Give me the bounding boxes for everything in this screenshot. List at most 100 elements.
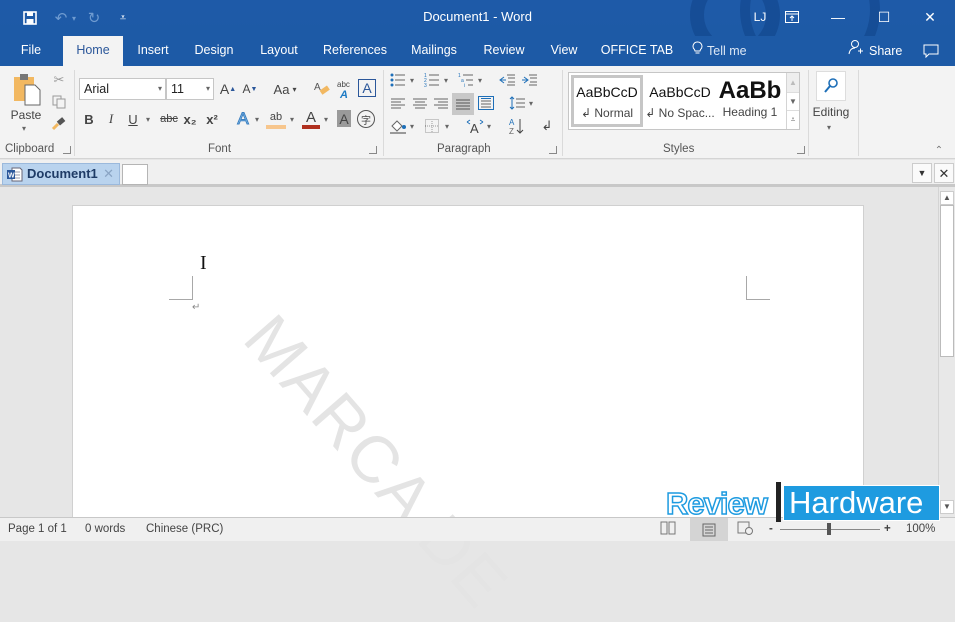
font-color-dropdown-icon[interactable]: ▾ [324,115,328,124]
italic-button[interactable]: I [104,110,118,128]
enclose-characters-icon[interactable]: 字 [357,110,375,128]
font-color-icon[interactable]: A [302,109,320,129]
paste-label[interactable]: Paste [6,108,46,122]
bold-button[interactable]: B [82,110,96,128]
tab-review[interactable]: Review [478,36,530,66]
scroll-down-icon[interactable]: ▼ [940,500,954,514]
style-no-spacing[interactable]: AaBbCcD ↲ No Spac... [644,75,716,127]
borders-dropdown-icon[interactable]: ▾ [445,122,449,131]
tab-list-dropdown-icon[interactable]: ▼ [912,163,932,183]
justify-icon[interactable] [452,93,474,115]
cut-icon[interactable]: ✂ [50,72,68,88]
highlight-color-icon[interactable]: ab [266,109,286,129]
new-tab-button[interactable] [122,164,148,185]
style-normal[interactable]: AaBbCcD ↲ Normal [571,75,643,127]
styles-more-icon[interactable]: ⩡ [787,110,799,128]
font-size-combo[interactable]: 11 ▾ [166,78,214,100]
clipboard-launcher-icon[interactable]: ↘ [63,146,71,154]
format-painter-icon[interactable] [50,116,68,132]
word-count[interactable]: 0 words [85,523,125,535]
line-spacing-icon[interactable] [507,94,527,112]
align-center-icon[interactable] [410,94,430,112]
grow-font-icon[interactable]: A ▲ [220,78,236,100]
copy-icon[interactable] [50,94,68,110]
paste-icon[interactable] [10,72,44,108]
align-right-icon[interactable] [431,94,451,112]
styles-launcher-icon[interactable]: ↘ [797,146,805,154]
styles-scroll-up-icon[interactable]: ▲ [787,73,799,92]
paste-dropdown-icon[interactable]: ▾ [22,124,26,133]
comments-icon[interactable] [918,36,944,66]
vertical-scrollbar[interactable]: ▲ ▼ [938,187,955,517]
phonetic-guide-icon[interactable]: abc A [335,78,355,100]
highlight-dropdown-icon[interactable]: ▾ [290,115,294,124]
underline-dropdown-icon[interactable]: ▾ [146,115,150,124]
scroll-thumb[interactable] [940,205,954,357]
shrink-font-icon[interactable]: A ▼ [242,78,258,100]
doc-tab-document1[interactable]: W Document1 ✕ [2,163,120,185]
numbering-icon[interactable]: 123 [422,72,442,88]
sort-icon[interactable]: AZ [506,116,526,136]
strikethrough-button[interactable]: abc [158,110,180,128]
distributed-icon[interactable] [476,94,496,112]
asian-layout-dropdown-icon[interactable]: ▾ [487,122,491,131]
tab-office-tab[interactable]: OFFICE TAB [600,36,674,66]
ribbon-display-options-icon[interactable] [772,5,812,29]
web-layout-icon[interactable] [737,521,757,538]
language-status[interactable]: Chinese (PRC) [146,523,223,535]
chevron-down-icon[interactable]: ▾ [158,79,162,99]
increase-indent-icon[interactable] [519,72,539,88]
minimize-button[interactable]: — [818,5,858,29]
clear-formatting-icon[interactable]: A [312,78,332,100]
shading-icon[interactable] [388,116,408,136]
asian-layout-icon[interactable]: A [464,116,486,136]
zoom-in-button[interactable]: + [884,523,891,535]
close-button[interactable]: ✕ [910,5,950,29]
bullets-dropdown-icon[interactable]: ▾ [410,76,414,85]
chevron-down-icon[interactable]: ▾ [206,79,210,99]
tab-references[interactable]: References [320,36,390,66]
superscript-button[interactable]: x² [204,110,220,128]
multilevel-list-icon[interactable]: 1ai [456,72,476,88]
tab-design[interactable]: Design [188,36,240,66]
decrease-indent-icon[interactable] [497,72,517,88]
read-mode-icon[interactable] [660,521,680,538]
scroll-up-icon[interactable]: ▲ [940,191,954,205]
tab-insert[interactable]: Insert [130,36,176,66]
borders-icon[interactable] [422,116,442,136]
subscript-button[interactable]: x₂ [182,110,198,128]
paragraph-launcher-icon[interactable]: ↘ [549,146,557,154]
editing-dropdown-icon[interactable]: ▾ [827,123,831,132]
character-shading-icon[interactable]: A [337,110,351,127]
tab-home[interactable]: Home [63,36,123,66]
tab-view[interactable]: View [544,36,584,66]
shading-dropdown-icon[interactable]: ▾ [410,122,414,131]
zoom-out-button[interactable]: - [769,523,773,535]
multilevel-dropdown-icon[interactable]: ▾ [478,76,482,85]
font-name-combo[interactable]: Arial ▾ [79,78,166,100]
show-paragraph-marks-icon[interactable]: ↲ [538,116,556,136]
numbering-dropdown-icon[interactable]: ▾ [444,76,448,85]
close-document-icon[interactable]: ✕ [934,163,954,183]
close-tab-icon[interactable]: ✕ [103,164,114,184]
zoom-level[interactable]: 100% [906,523,935,535]
editing-button[interactable]: Editing [808,104,854,120]
change-case-button[interactable]: Aa ▾ [270,78,300,100]
share-button[interactable]: Share [848,36,906,66]
tell-me-button[interactable]: Tell me [692,36,758,66]
tab-mailings[interactable]: Mailings [405,36,463,66]
collapse-ribbon-icon[interactable]: ⌃ [932,144,946,156]
underline-button[interactable]: U [126,110,140,128]
style-heading-1[interactable]: AaBb Heading 1 [717,75,783,127]
character-border-icon[interactable]: A [358,79,376,97]
text-effects-dropdown-icon[interactable]: ▾ [255,115,259,124]
tab-layout[interactable]: Layout [253,36,305,66]
zoom-slider-thumb[interactable] [827,523,831,535]
line-spacing-dropdown-icon[interactable]: ▾ [529,99,533,108]
align-left-icon[interactable] [388,94,408,112]
page-count[interactable]: Page 1 of 1 [8,523,67,535]
styles-scroll-down-icon[interactable]: ▼ [787,92,799,110]
maximize-button[interactable]: ☐ [864,5,904,29]
text-effects-icon[interactable]: A [234,109,252,129]
font-launcher-icon[interactable]: ↘ [369,146,377,154]
